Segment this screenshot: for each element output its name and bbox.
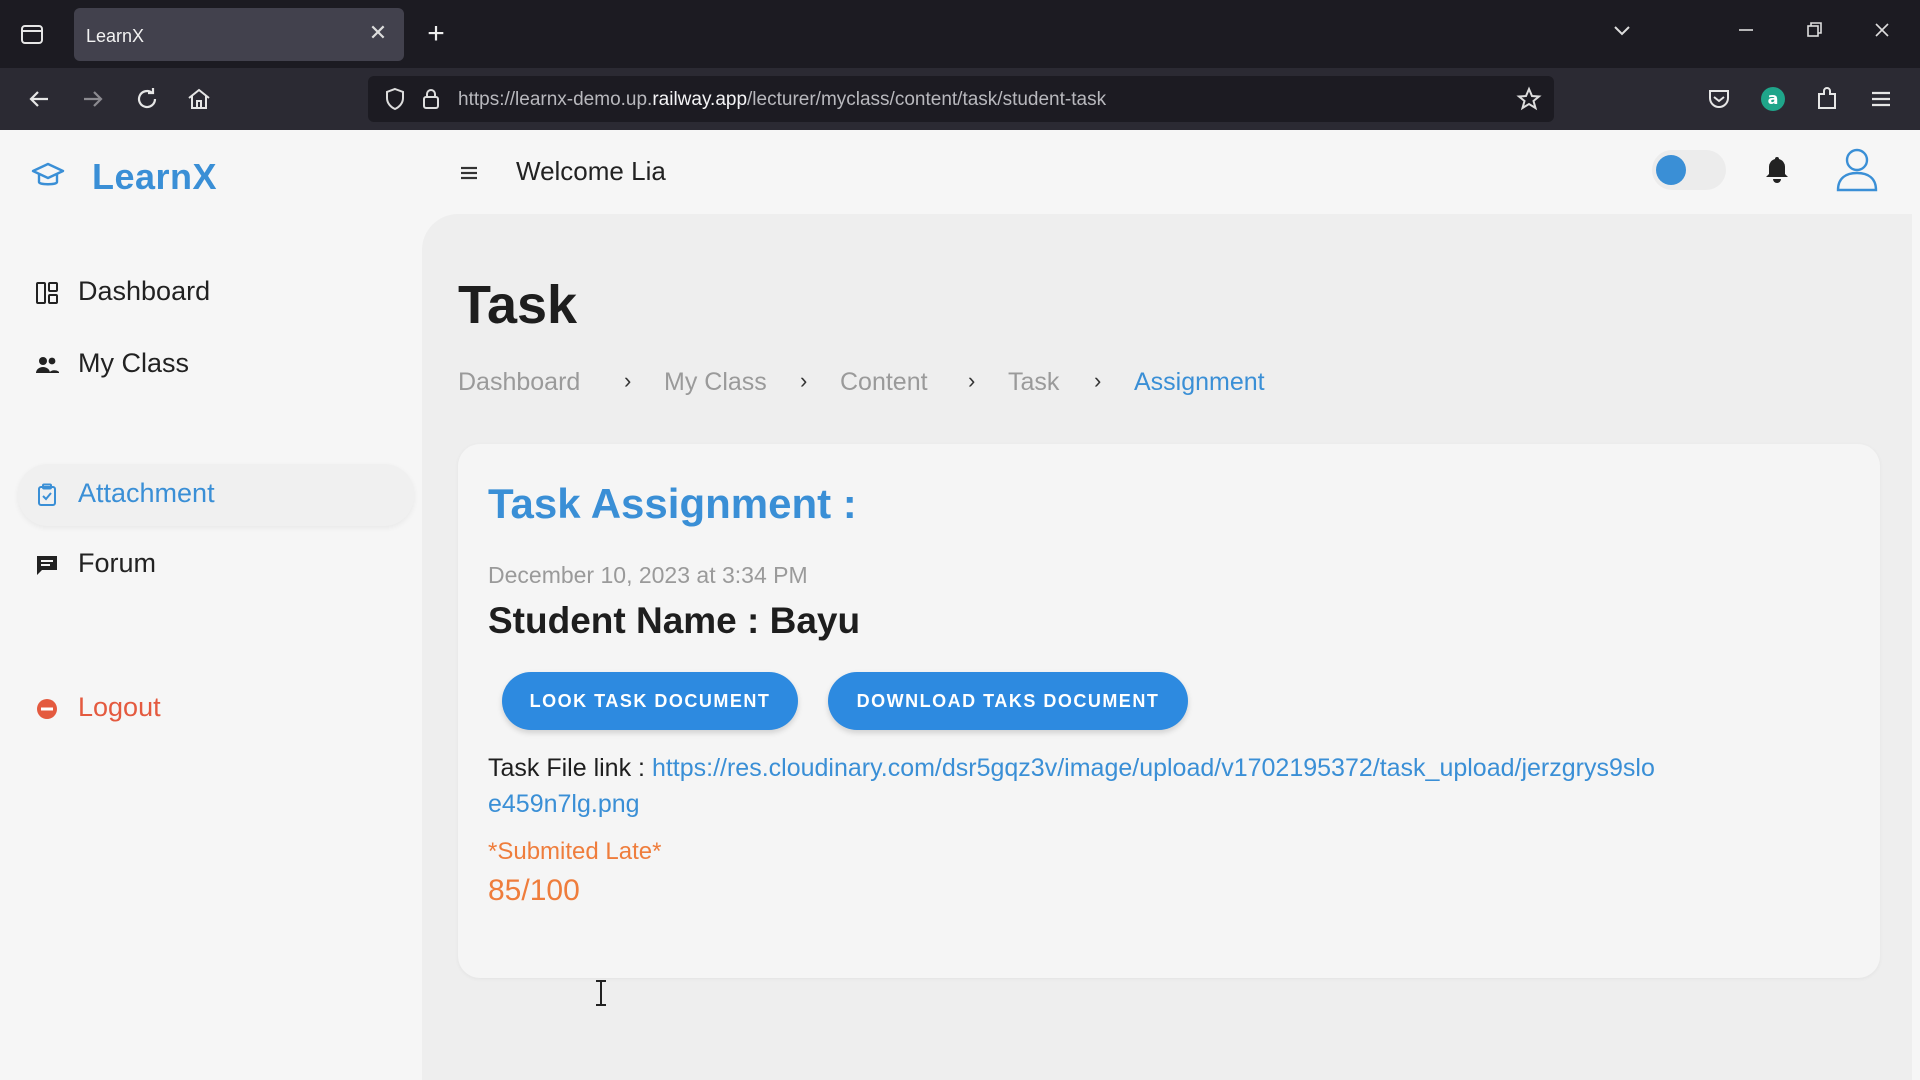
download-task-document-button[interactable]: DOWNLOAD TAKS DOCUMENT: [828, 672, 1188, 730]
url-text[interactable]: https://learnx-demo.up.railway.app/lectu…: [458, 89, 1106, 111]
card-title: Task Assignment :: [488, 480, 857, 527]
shield-icon[interactable]: [382, 86, 408, 112]
address-bar[interactable]: https://learnx-demo.up.railway.app/lectu…: [368, 76, 1554, 122]
restore-icon[interactable]: [1798, 18, 1830, 50]
users-icon: [34, 352, 60, 378]
svg-text:a: a: [1768, 89, 1779, 108]
breadcrumb-separator: ›: [968, 368, 976, 393]
browser-tab[interactable]: LearnX ✕: [74, 8, 404, 61]
tab-close-icon[interactable]: ✕: [366, 21, 390, 45]
browser-tab-bar: LearnX ✕ +: [0, 0, 1920, 68]
sidebar-item-label: Dashboard: [78, 276, 211, 306]
back-icon[interactable]: [22, 82, 56, 116]
task-file-link[interactable]: https://res.cloudinary.com/dsr5gqz3v/ima…: [488, 754, 1655, 818]
browser-menu-icon[interactable]: [1864, 82, 1898, 116]
home-icon[interactable]: [182, 82, 216, 116]
url-prefix: https://learnx-demo.up.: [458, 89, 653, 110]
minimize-icon[interactable]: [1730, 18, 1762, 50]
sidebar-item-attachment[interactable]: Attachment: [18, 464, 414, 526]
lock-icon[interactable]: [418, 86, 444, 112]
theme-toggle[interactable]: [1652, 150, 1726, 190]
bookmark-star-icon[interactable]: [1516, 86, 1542, 112]
breadcrumb-my-class[interactable]: My Class: [664, 368, 767, 397]
reload-icon[interactable]: [130, 82, 164, 116]
submitted-late-status: *Submited Late*: [488, 838, 662, 865]
logout-label: Logout: [78, 692, 161, 722]
sidebar-item-my-class[interactable]: My Class: [18, 334, 414, 396]
forward-icon[interactable]: [76, 82, 110, 116]
graduation-cap-icon: [30, 158, 66, 194]
user-avatar-icon[interactable]: [1830, 142, 1884, 196]
toggle-knob: [1656, 155, 1686, 185]
main-content: Task Dashboard › My Class › Content › Ta…: [422, 214, 1912, 1080]
sidebar-item-label: Forum: [78, 548, 157, 578]
browser-nav-bar: https://learnx-demo.up.railway.app/lectu…: [0, 68, 1920, 130]
extensions-puzzle-icon[interactable]: [1810, 82, 1844, 116]
close-window-icon[interactable]: [1866, 18, 1898, 50]
clipboard-icon: [34, 482, 60, 508]
app: LearnX Dashboard My Class Attachment For…: [0, 130, 1920, 1080]
text-cursor-icon: [594, 978, 608, 1008]
task-assignment-card: Task Assignment : December 10, 2023 at 3…: [458, 444, 1880, 978]
sidebar-item-label: Attachment: [78, 478, 215, 508]
brand-name: LearnX: [92, 156, 218, 197]
dashboard-icon: [34, 280, 60, 306]
logout-icon: [34, 696, 60, 722]
breadcrumb-dashboard[interactable]: Dashboard: [458, 368, 580, 397]
breadcrumb-separator: ›: [800, 368, 808, 393]
pocket-icon[interactable]: [1702, 82, 1736, 116]
url-domain: railway.app: [652, 89, 748, 110]
bell-icon[interactable]: [1760, 152, 1794, 186]
logout-button[interactable]: Logout: [18, 678, 414, 740]
task-file-label: Task File link :: [488, 754, 645, 782]
breadcrumb-content[interactable]: Content: [840, 368, 928, 397]
chat-icon: [34, 552, 60, 578]
sidebar-item-label: My Class: [78, 348, 190, 378]
sidebar: LearnX Dashboard My Class Attachment For…: [0, 130, 422, 1080]
welcome-text: Welcome Lia: [516, 156, 666, 186]
breadcrumb-separator: ›: [624, 368, 632, 393]
breadcrumb-assignment: Assignment: [1134, 368, 1265, 396]
score: 85/100: [488, 874, 580, 907]
submission-date: December 10, 2023 at 3:34 PM: [488, 562, 808, 588]
breadcrumb-task[interactable]: Task: [1008, 368, 1059, 397]
look-task-document-button[interactable]: LOOK TASK DOCUMENT: [502, 672, 798, 730]
page-title: Task: [458, 275, 578, 335]
tab-title: LearnX: [86, 26, 145, 46]
tab-list-icon[interactable]: [18, 20, 46, 48]
student-name: Student Name : Bayu: [488, 600, 861, 641]
tab-overflow-chevron-icon[interactable]: [1606, 18, 1638, 50]
extension-a-icon[interactable]: a: [1756, 82, 1790, 116]
new-tab-icon[interactable]: +: [422, 19, 450, 49]
task-file-row: Task File link : https://res.cloudinary.…: [488, 750, 1658, 822]
sidebar-item-dashboard[interactable]: Dashboard: [18, 262, 414, 324]
breadcrumb-separator: ›: [1094, 368, 1102, 393]
sidebar-item-forum[interactable]: Forum: [18, 534, 414, 596]
url-path: /lecturer/myclass/content/task/student-t…: [747, 89, 1107, 110]
hamburger-menu-icon[interactable]: [456, 160, 482, 186]
